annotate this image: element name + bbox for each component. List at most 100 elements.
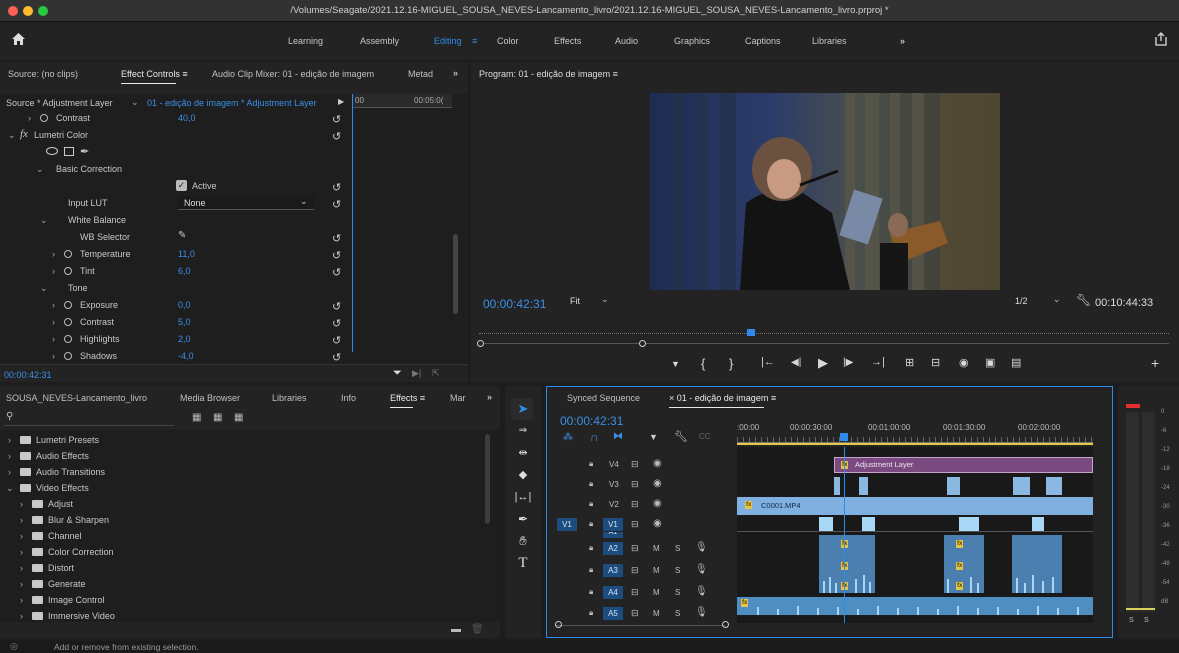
clip-audio[interactable]: fx fx fx [819,535,875,593]
folder-lumetri-presets[interactable]: › Lumetri Presets [0,432,490,448]
input-lut-select[interactable]: None ⌄ [178,196,314,210]
mini-timeline-ruler[interactable]: 00 00:05:0( [352,94,452,108]
section-white-balance[interactable]: ⌄ White Balance [0,212,350,229]
mark-in-icon[interactable]: { [701,356,705,371]
pen-tool-icon[interactable]: ✒ [512,510,534,528]
settings-wrench-icon[interactable]: 🔧︎ [1076,293,1091,307]
effect-controls-timecode[interactable]: 00:00:42:31 [4,370,52,380]
tab-metadata[interactable]: Metad [408,69,433,79]
property-active[interactable]: ✓ Active ↺ [0,178,350,195]
go-to-in-icon[interactable]: |← [761,356,775,368]
button-editor-icon[interactable]: + [1151,355,1159,371]
snap-icon[interactable]: ∩ [590,430,599,444]
workspace-libraries[interactable]: Libraries [812,36,847,46]
timeline-tracks-area[interactable]: fx Adjustment Layer fx C0001.MP4 fx fx f… [737,447,1093,623]
play-audio-icon[interactable]: ▶| [412,368,421,379]
ellipse-mask-icon[interactable] [46,147,58,155]
clip-v1[interactable] [1032,517,1044,531]
tab-sequence[interactable]: × 01 - edição de imagem ≡ [669,393,776,408]
playhead-marker[interactable] [747,329,755,336]
section-basic-correction[interactable]: ⌄ Basic Correction [0,161,350,178]
tab-project[interactable]: SOUSA_NEVES-Lancamento_livro [6,393,147,403]
folder-adjust[interactable]: › Adjust [0,496,490,512]
razor-tool-icon[interactable]: ◆ [512,466,534,484]
step-forward-icon[interactable]: |▶ [843,357,853,368]
multicam-icon[interactable]: ▤ [1011,356,1021,369]
property-tint[interactable]: › Tint 6,0 ↺ [0,263,350,280]
track-header-v4[interactable]: 🔒︎ V4 ⊟ ◉ [547,456,737,474]
property-exposure[interactable]: › Exposure 0,0 ↺ [0,297,350,314]
program-scrubber[interactable] [477,326,1169,348]
tab-synced-sequence[interactable]: Synced Sequence [567,393,640,403]
property-tone-contrast[interactable]: › Contrast 5,0 ↺ [0,314,350,331]
chevron-down-icon[interactable]: ⌄ [131,97,139,108]
solo-right-button[interactable]: S [1144,617,1149,624]
property-wb-selector[interactable]: WB Selector ✎ ↺ [0,229,350,246]
mark-out-icon[interactable]: } [729,356,733,371]
clip-indicator[interactable] [1126,404,1140,408]
track-header-a3[interactable]: 🔒︎ A3 ⊟ M S 🎙︎ [547,562,737,580]
timeline-ruler[interactable]: :00:00 00:00:30:00 00:01:00:00 00:01:30:… [737,409,1093,445]
folder-blur-sharpen[interactable]: › Blur & Sharpen [0,512,490,528]
effects-search-input[interactable]: ⚲ [4,410,174,426]
track-header-a2[interactable]: 🔒︎ A2 ⊟ M S 🎙︎ [547,540,737,558]
export-frame-icon[interactable]: ◉ [959,356,969,369]
program-timecode[interactable]: 00:00:42:31 [483,297,546,311]
more-tabs-icon[interactable]: » [487,392,492,402]
yuv-effects-icon[interactable]: ▦ [234,412,243,423]
workspace-assembly[interactable]: Assembly [360,36,399,46]
track-select-tool-icon[interactable]: ⇒ [512,422,534,440]
32bit-effects-icon[interactable]: ▦ [213,412,222,423]
clip-v3[interactable] [1013,477,1030,495]
track-header-v2[interactable]: 🔒︎ V2 ⊟ ◉ [547,496,737,514]
clip-audio-a5[interactable]: fx [737,597,1093,615]
tab-info[interactable]: Info [341,393,356,403]
folder-immersive-video[interactable]: › Immersive Video [0,608,490,624]
clip-v3[interactable] [859,477,868,495]
property-highlights[interactable]: › Highlights 2,0 ↺ [0,331,350,348]
folder-channel[interactable]: › Channel [0,528,490,544]
new-bin-icon[interactable]: ▬ [451,624,461,635]
linked-selection-icon[interactable]: ⧓ [613,431,623,442]
folder-video-effects[interactable]: ⌄ Video Effects [0,480,490,496]
tab-media-browser[interactable]: Media Browser [180,393,240,403]
zoom-handle-right[interactable] [639,340,646,347]
clip-audio[interactable] [1012,535,1062,593]
section-tone[interactable]: ⌄ Tone [0,280,350,297]
insert-icon[interactable]: ⊞ [905,356,914,369]
pen-mask-icon[interactable]: ✒ [80,145,89,158]
add-marker-icon[interactable]: ▼ [671,359,680,369]
share-icon[interactable] [1155,32,1167,46]
effect-lumetri-color[interactable]: ⌄ fx Lumetri Color ↺ [0,127,350,144]
workspace-color[interactable]: Color [497,36,519,46]
clip-audio[interactable]: fx fx fx [944,535,984,593]
timeline-playhead[interactable] [844,447,845,623]
workspace-learning[interactable]: Learning [288,36,323,46]
scrollbar[interactable] [453,234,458,314]
workspace-audio[interactable]: Audio [615,36,638,46]
folder-color-correction[interactable]: › Color Correction [0,544,490,560]
type-tool-icon[interactable]: T [512,554,534,572]
nest-sequence-icon[interactable]: ⁂ [563,432,573,443]
workspace-menu-icon[interactable]: ≡ [472,36,477,46]
filter-icon[interactable]: ⏷ [393,367,402,380]
workspace-editing[interactable]: Editing [434,36,462,46]
clip-c0001-mp4[interactable]: fx C0001.MP4 [737,497,1093,515]
captions-icon[interactable]: CC [699,432,711,441]
program-monitor-title[interactable]: Program: 01 - edição de imagem ≡ [479,69,618,79]
track-header-a5[interactable]: 🔒︎ A5 ⊟ M S 🎙︎ [547,605,737,623]
track-header-a4[interactable]: 🔒︎ A4 ⊟ M S 🎙︎ [547,584,737,602]
add-marker-icon[interactable]: ▼ [649,432,658,442]
property-shadows[interactable]: › Shadows -4,0 ↺ [0,348,350,365]
resolution-select[interactable]: 1/2 ⌄ [1009,294,1069,308]
rectangle-mask-icon[interactable] [64,147,74,156]
clip-v3[interactable] [1046,477,1062,495]
folder-audio-transitions[interactable]: › Audio Transitions [0,464,490,480]
folder-image-control[interactable]: › Image Control [0,592,490,608]
export-icon[interactable]: ⇱ [432,368,440,379]
clip-v1[interactable] [862,517,875,531]
overwrite-icon[interactable]: ⊟ [931,356,940,369]
video-frame[interactable] [650,93,1000,290]
timeline-playhead-marker[interactable] [840,433,848,441]
fit-select[interactable]: Fit ⌄ [563,294,623,308]
